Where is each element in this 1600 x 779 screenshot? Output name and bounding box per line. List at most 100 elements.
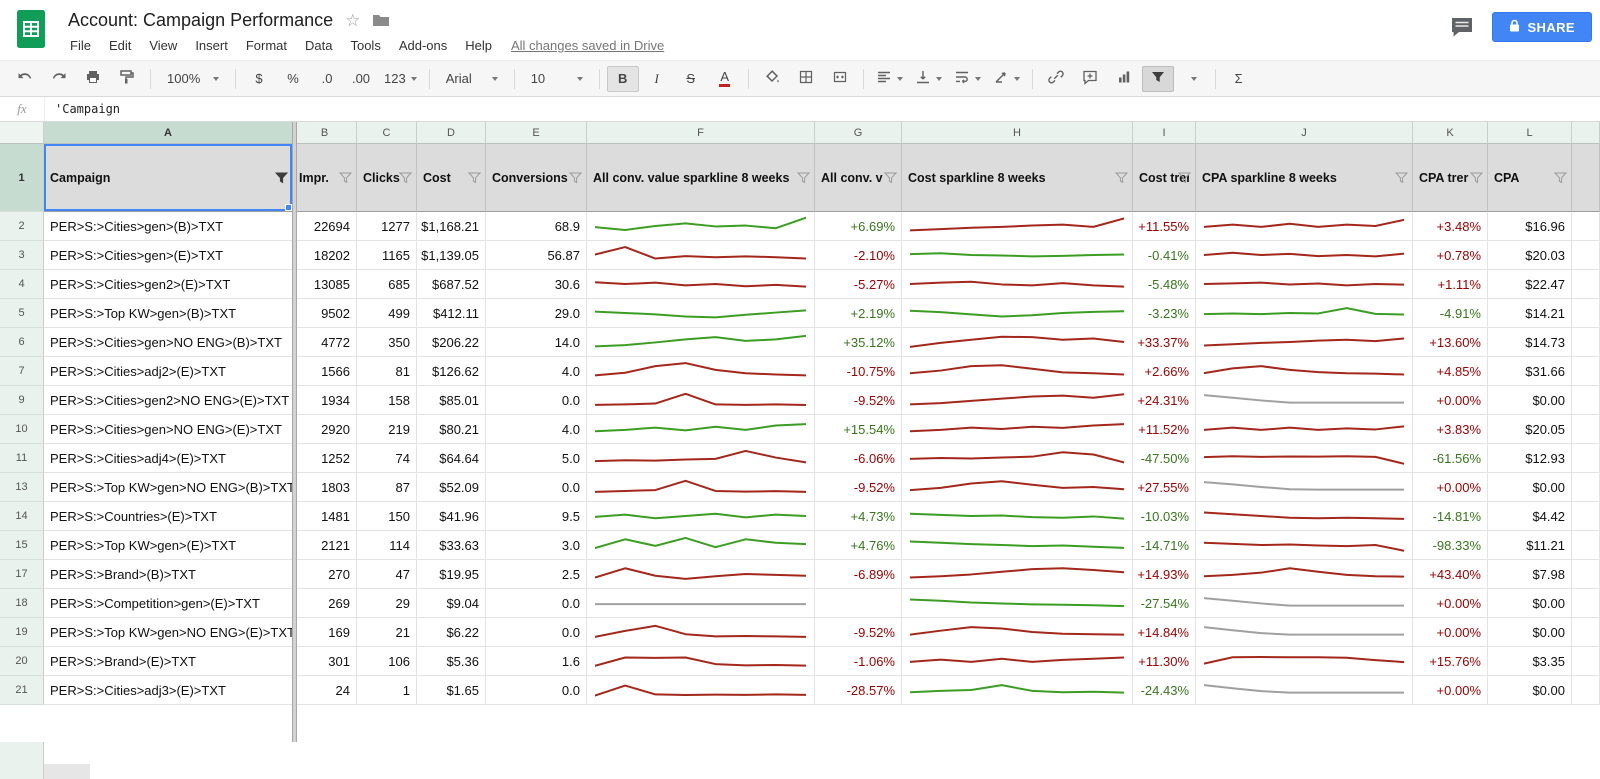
cell-A5[interactable]: PER>S:>Top KW>gen>(B)>TXT — [44, 299, 293, 328]
cell-A2[interactable]: PER>S:>Cities>gen>(B)>TXT — [44, 212, 293, 241]
cell-A4[interactable]: PER>S:>Cities>gen2>(E)>TXT — [44, 270, 293, 299]
share-button[interactable]: SHARE — [1492, 12, 1592, 42]
cell-B18[interactable]: 269 — [293, 589, 357, 618]
filter-funnel-icon[interactable] — [1470, 172, 1483, 184]
cell-I21[interactable]: -24.43% — [1133, 676, 1196, 705]
row-number-4[interactable]: 4 — [0, 270, 44, 299]
cell-L18[interactable]: $0.00 — [1488, 589, 1572, 618]
header-cell-C[interactable]: Clicks — [357, 144, 417, 212]
cell-B14[interactable]: 1481 — [293, 502, 357, 531]
cell-I13[interactable]: +27.55% — [1133, 473, 1196, 502]
cell-F15[interactable] — [587, 531, 815, 560]
row-number-17[interactable]: 17 — [0, 560, 44, 589]
cell-D21[interactable]: $1.65 — [417, 676, 486, 705]
selection-handle[interactable] — [285, 204, 292, 211]
cell-F21[interactable] — [587, 676, 815, 705]
cell-H15[interactable] — [902, 531, 1133, 560]
row-number-3[interactable]: 3 — [0, 241, 44, 270]
font-size-select[interactable]: 10 — [522, 66, 592, 92]
cell-L14[interactable]: $4.42 — [1488, 502, 1572, 531]
cell-G7[interactable]: -10.75% — [815, 357, 902, 386]
cell-B6[interactable]: 4772 — [293, 328, 357, 357]
cell-K5[interactable]: -4.91% — [1413, 299, 1488, 328]
cell-E20[interactable]: 1.6 — [486, 647, 587, 676]
menu-addons[interactable]: Add-ons — [390, 35, 456, 56]
cell-A21[interactable]: PER>S:>Cities>adj3>(E)>TXT — [44, 676, 293, 705]
cell-C4[interactable]: 685 — [357, 270, 417, 299]
cell-E15[interactable]: 3.0 — [486, 531, 587, 560]
column-letter-J[interactable]: J — [1196, 122, 1413, 144]
cell-I7[interactable]: +2.66% — [1133, 357, 1196, 386]
cell-M6[interactable] — [1572, 328, 1600, 357]
cell-F2[interactable] — [587, 212, 815, 241]
cell-H2[interactable] — [902, 212, 1133, 241]
formula-input[interactable]: 'Campaign — [45, 102, 120, 116]
cell-E9[interactable]: 0.0 — [486, 386, 587, 415]
cell-E17[interactable]: 2.5 — [486, 560, 587, 589]
header-cell-A[interactable]: Campaign — [44, 144, 293, 212]
cell-E18[interactable]: 0.0 — [486, 589, 587, 618]
row-number-21[interactable]: 21 — [0, 676, 44, 705]
select-all-corner[interactable] — [0, 122, 44, 144]
cell-F18[interactable] — [587, 589, 815, 618]
filter-funnel-icon[interactable] — [1554, 172, 1567, 184]
cell-G9[interactable]: -9.52% — [815, 386, 902, 415]
cell-L6[interactable]: $14.73 — [1488, 328, 1572, 357]
cell-C5[interactable]: 499 — [357, 299, 417, 328]
cell-J4[interactable] — [1196, 270, 1413, 299]
cell-D5[interactable]: $412.11 — [417, 299, 486, 328]
cell-E10[interactable]: 4.0 — [486, 415, 587, 444]
row-number-19[interactable]: 19 — [0, 618, 44, 647]
cell-C7[interactable]: 81 — [357, 357, 417, 386]
row-number-7[interactable]: 7 — [0, 357, 44, 386]
cell-I10[interactable]: +11.52% — [1133, 415, 1196, 444]
text-rotate-icon[interactable] — [988, 66, 1025, 92]
cell-A11[interactable]: PER>S:>Cities>adj4>(E)>TXT — [44, 444, 293, 473]
cell-L5[interactable]: $14.21 — [1488, 299, 1572, 328]
cell-D10[interactable]: $80.21 — [417, 415, 486, 444]
cell-H19[interactable] — [902, 618, 1133, 647]
cell-G21[interactable]: -28.57% — [815, 676, 902, 705]
cell-A3[interactable]: PER>S:>Cities>gen>(E)>TXT — [44, 241, 293, 270]
cell-E4[interactable]: 30.6 — [486, 270, 587, 299]
cell-F4[interactable] — [587, 270, 815, 299]
header-cell-B[interactable]: Impr. — [293, 144, 357, 212]
cell-L21[interactable]: $0.00 — [1488, 676, 1572, 705]
filter-funnel-icon[interactable] — [1395, 172, 1408, 184]
header-cell-J[interactable]: CPA sparkline 8 weeks — [1196, 144, 1413, 212]
cell-K9[interactable]: +0.00% — [1413, 386, 1488, 415]
cell-L13[interactable]: $0.00 — [1488, 473, 1572, 502]
cell-F19[interactable] — [587, 618, 815, 647]
row-number-1[interactable]: 1 — [0, 144, 44, 212]
move-to-folder-icon[interactable] — [372, 13, 390, 27]
cell-K20[interactable]: +15.76% — [1413, 647, 1488, 676]
cell-H13[interactable] — [902, 473, 1133, 502]
cell-I9[interactable]: +24.31% — [1133, 386, 1196, 415]
cell-H6[interactable] — [902, 328, 1133, 357]
cell-K13[interactable]: +0.00% — [1413, 473, 1488, 502]
filter-funnel-icon[interactable] — [884, 172, 897, 184]
cell-D9[interactable]: $85.01 — [417, 386, 486, 415]
cell-L17[interactable]: $7.98 — [1488, 560, 1572, 589]
row-number-9[interactable]: 9 — [0, 386, 44, 415]
cell-M20[interactable] — [1572, 647, 1600, 676]
row-number-13[interactable]: 13 — [0, 473, 44, 502]
cell-C19[interactable]: 21 — [357, 618, 417, 647]
menu-tools[interactable]: Tools — [341, 35, 389, 56]
cell-D15[interactable]: $33.63 — [417, 531, 486, 560]
row-number-14[interactable]: 14 — [0, 502, 44, 531]
row-number-18[interactable]: 18 — [0, 589, 44, 618]
cell-H17[interactable] — [902, 560, 1133, 589]
column-letter-G[interactable]: G — [815, 122, 902, 144]
star-icon[interactable]: ☆ — [345, 12, 360, 29]
menu-format[interactable]: Format — [237, 35, 296, 56]
fill-color-icon[interactable] — [756, 66, 788, 92]
cell-I18[interactable]: -27.54% — [1133, 589, 1196, 618]
cell-H3[interactable] — [902, 241, 1133, 270]
header-cell-D[interactable]: Cost — [417, 144, 486, 212]
cell-B21[interactable]: 24 — [293, 676, 357, 705]
cell-K18[interactable]: +0.00% — [1413, 589, 1488, 618]
cell-M21[interactable] — [1572, 676, 1600, 705]
cell-J15[interactable] — [1196, 531, 1413, 560]
header-cell-E[interactable]: Conversions — [486, 144, 587, 212]
